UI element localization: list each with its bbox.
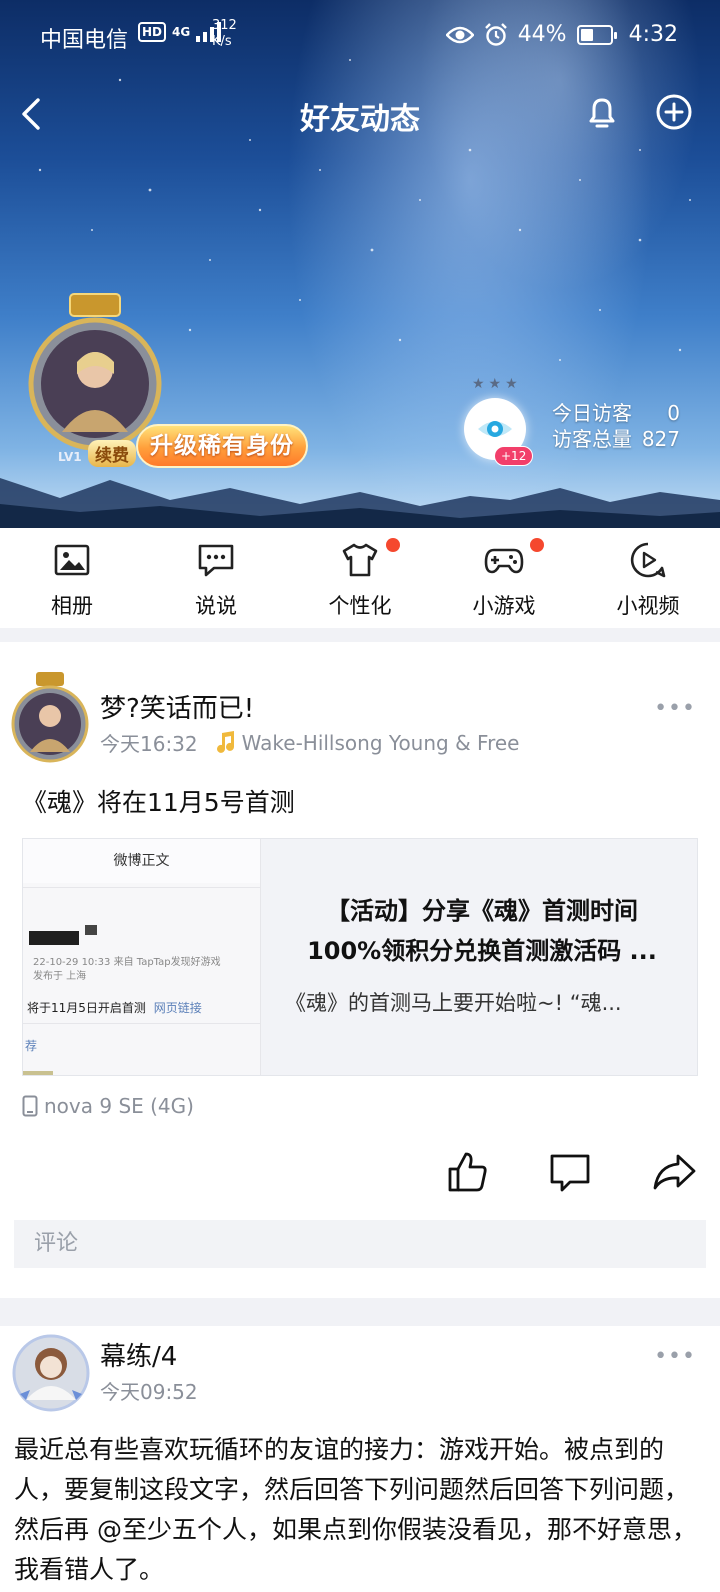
menu-item-personalize[interactable]: 个性化	[288, 528, 432, 628]
phone-icon	[22, 1095, 38, 1117]
shared-link-card[interactable]: 微博正文 22-10-29 10:33 来自 TapTap发现好游戏 发布于 上…	[22, 838, 698, 1076]
thumb-location: 发布于 上海	[33, 971, 87, 982]
gamepad-icon	[484, 548, 524, 574]
link-thumbnail: 微博正文 22-10-29 10:33 来自 TapTap发现好游戏 发布于 上…	[23, 839, 261, 1075]
thumb-date: 22-10-29 10:33 来自 TapTap发现好游戏	[33, 957, 221, 968]
like-icon[interactable]	[446, 1150, 490, 1194]
music-title: Wake-Hillsong Young & Free	[241, 730, 520, 755]
play-video-icon	[630, 542, 666, 578]
more-options-button[interactable]: •••	[654, 696, 696, 721]
upgrade-identity-button[interactable]: 升级稀有身份	[136, 424, 308, 468]
comment-input[interactable]: 评论	[14, 1220, 706, 1268]
menu-label-minigames: 小游戏	[472, 594, 536, 618]
carrier-name: 中国电信	[40, 28, 129, 53]
post-time: 今天09:52	[100, 1380, 198, 1404]
post-author-name[interactable]: 幕练/4	[100, 1336, 177, 1373]
total-visitors-value: 827	[641, 427, 680, 451]
menu-label-personalize: 个性化	[328, 594, 392, 618]
link-title-line2: 100%领积分兑换首测激活码 ...	[307, 937, 657, 965]
post-text: 最近总有些喜欢玩循环的友谊的接力：游戏开始。被点到的人，要复制这段文字，然后回答…	[14, 1435, 697, 1584]
alarm-icon	[484, 22, 507, 46]
post-time: 今天16:32	[100, 732, 198, 756]
renew-button[interactable]: 续费	[88, 440, 136, 467]
avatar-image	[12, 1334, 90, 1412]
hd-badge: HD	[138, 22, 167, 42]
battery-percent: 44%	[517, 22, 567, 47]
today-visitors-value: 0	[667, 401, 680, 425]
network-speed: 312 K/s	[212, 18, 237, 50]
link-description: 《魂》的首测马上要开始啦~! “魂...	[285, 991, 622, 1015]
battery-fill	[580, 28, 593, 41]
share-icon[interactable]	[652, 1150, 696, 1194]
music-note-icon	[216, 730, 234, 753]
visitor-stats[interactable]: 今日访客 0 访客总量 827	[552, 400, 680, 452]
clock: 4:32	[628, 22, 678, 47]
post-text: 《魂》将在11月5号首测	[22, 788, 295, 817]
menu-item-minigames[interactable]: 小游戏	[432, 528, 576, 628]
menu-item-shortvideo[interactable]: 小视频	[576, 528, 720, 628]
network-type: 4G	[172, 25, 191, 39]
link-title-line1: 【活动】分享《魂》首测时间	[326, 897, 638, 925]
plus-circle-icon[interactable]	[654, 92, 694, 132]
post-meta: 今天09:52	[100, 1376, 198, 1405]
section-divider	[0, 628, 720, 642]
chat-bubble-icon	[198, 544, 234, 577]
speed-value: 312	[212, 18, 237, 33]
menu-item-posts[interactable]: 说说	[144, 528, 288, 628]
comment-icon[interactable]	[548, 1150, 592, 1194]
more-options-button[interactable]: •••	[654, 1344, 696, 1369]
post-author-avatar[interactable]	[10, 672, 90, 764]
menu-label-album: 相册	[51, 594, 93, 618]
status-right: 44% 4:32	[445, 22, 678, 47]
device-name: nova 9 SE (4G)	[44, 1094, 194, 1118]
photo-album-icon	[54, 544, 90, 576]
notification-dot	[530, 538, 544, 552]
feed-post: 梦?笑话而已! ••• 今天16:32 Wake-Hillsong Young …	[0, 642, 720, 1302]
post-device: nova 9 SE (4G)	[22, 1094, 194, 1118]
eye-icon	[445, 26, 474, 43]
total-visitors-label: 访客总量	[552, 427, 632, 451]
level-badge: LV1	[58, 450, 82, 464]
menu-label-posts: 说说	[195, 594, 237, 618]
tshirt-icon	[342, 543, 378, 577]
visitor-new-badge: +12	[494, 446, 534, 466]
feed-post: 幕练/4 ••• 今天09:52 最近总有些喜欢玩循环的友谊的接力：游戏开始。被…	[0, 1326, 720, 1592]
menu-label-shortvideo: 小视频	[616, 594, 680, 618]
thumb-header: 微博正文	[23, 839, 260, 883]
quick-menu: 相册 说说 个性化 小游戏 小视频	[0, 528, 720, 628]
today-visitors-label: 今日访客	[552, 401, 632, 425]
thumb-line: 将于11月5日开启首测	[27, 1001, 146, 1015]
top-nav-bar: 好友动态	[0, 88, 720, 140]
section-divider	[0, 1298, 720, 1326]
avatar-frame-icon	[11, 672, 89, 763]
post-music[interactable]: Wake-Hillsong Young & Free	[212, 730, 520, 755]
battery-icon	[576, 24, 617, 45]
status-bar: 中国电信 HD 4G 312 K/s 44% 4:32	[0, 18, 720, 58]
menu-item-album[interactable]: 相册	[0, 528, 144, 628]
post-author-avatar[interactable]	[12, 1334, 90, 1412]
post-meta: 今天16:32 Wake-Hillsong Young & Free	[100, 728, 519, 757]
thumb-tail: 荐	[25, 1039, 38, 1053]
thumb-link: 网页链接	[153, 1001, 202, 1015]
network-indicator: HD 4G	[138, 22, 222, 42]
speed-unit: K/s	[212, 34, 232, 49]
visitor-stars: ★★★	[472, 376, 522, 392]
link-title: 【活动】分享《魂》首测时间 100%领积分兑换首测激活码 ...	[281, 891, 683, 971]
profile-cover: 中国电信 HD 4G 312 K/s 44% 4:32 好友动态 LV1 续费 …	[0, 0, 720, 528]
bell-icon[interactable]	[582, 92, 622, 132]
notification-dot	[386, 538, 400, 552]
post-author-name[interactable]: 梦?笑话而已!	[100, 688, 254, 725]
